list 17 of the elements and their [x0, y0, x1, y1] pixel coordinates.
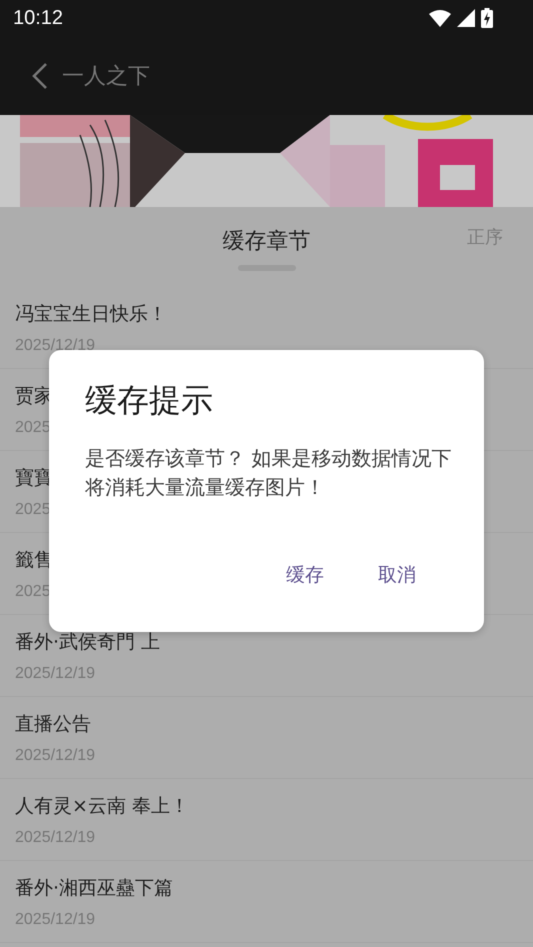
dialog-button[interactable]: 取消	[364, 556, 430, 594]
dialog-button[interactable]: 缓存	[272, 556, 338, 594]
dialog-message: 是否缓存该章节？ 如果是移动数据情况下将消耗大量流量缓存图片！	[85, 445, 452, 501]
chapter-title: 番外·武侯奇門 上	[15, 630, 160, 655]
clock-time: 10:12	[13, 6, 64, 30]
sheet-title: 缓存章节	[222, 228, 310, 256]
chapter-title: 番外·湘西巫蠱下篇	[15, 876, 174, 901]
page-title: 一人之下	[62, 62, 150, 90]
chapter-title: 直播公告	[15, 712, 91, 737]
chapter-title: 人有灵×云南 奉上！	[15, 794, 189, 819]
back-icon	[30, 62, 50, 90]
battery-icon	[481, 8, 493, 28]
chapter-title: 冯宝宝生日快乐！	[15, 302, 167, 327]
dialog-title: 缓存提示	[85, 380, 214, 421]
back-button[interactable]	[30, 62, 50, 90]
signal-icon	[457, 9, 475, 27]
wifi-icon	[429, 10, 451, 26]
